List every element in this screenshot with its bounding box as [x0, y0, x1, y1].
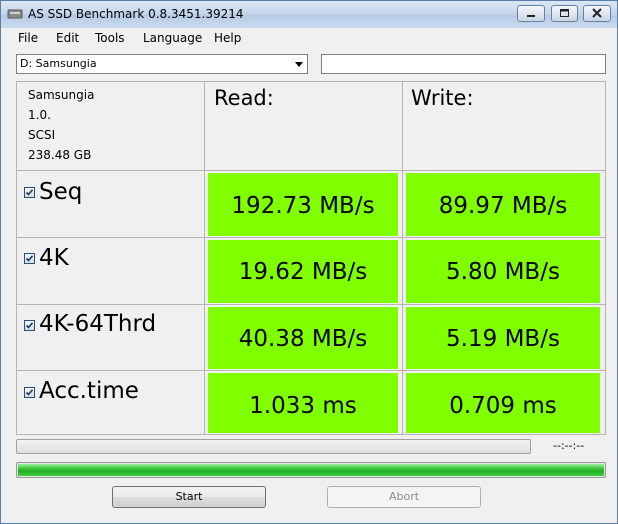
4k-checkbox[interactable]	[24, 253, 35, 264]
acc-time-read-value: 1.033 ms	[208, 373, 398, 433]
title-bar[interactable]: AS SSD Benchmark 0.8.3451.39214	[1, 1, 617, 28]
maximize-icon	[560, 9, 569, 17]
4k-label: 4K	[39, 245, 69, 271]
grid-divider	[17, 370, 605, 371]
acc-time-checkbox[interactable]	[24, 387, 35, 398]
overall-progress-bar	[16, 462, 606, 478]
grid-divider	[17, 304, 605, 305]
grid-divider	[17, 237, 605, 238]
close-button[interactable]	[583, 5, 611, 22]
grid-divider	[204, 82, 205, 434]
menu-edit[interactable]: Edit	[56, 31, 79, 45]
4k-64thrd-write-text: 5.19 MB/s	[446, 326, 560, 352]
acc-time-read-text: 1.033 ms	[249, 393, 357, 419]
4k-write-text: 5.80 MB/s	[446, 259, 560, 285]
disk-icon	[7, 9, 23, 19]
chevron-down-icon[interactable]	[293, 58, 305, 70]
acc-time-label: Acc.time	[39, 378, 139, 404]
menu-help[interactable]: Help	[214, 31, 241, 45]
4k-read-value: 19.62 MB/s	[208, 240, 398, 303]
window-title: AS SSD Benchmark 0.8.3451.39214	[28, 7, 244, 21]
4k-64thrd-read-text: 40.38 MB/s	[238, 326, 368, 352]
drive-select[interactable]: D: Samsungia	[16, 54, 308, 74]
seq-checkbox[interactable]	[24, 187, 35, 198]
app-window: AS SSD Benchmark 0.8.3451.39214 File Edi…	[0, 0, 618, 524]
device-name: Samsungia	[28, 88, 95, 102]
minimize-button[interactable]	[517, 5, 545, 22]
grid-divider	[402, 82, 403, 434]
checkmark-icon	[25, 322, 34, 329]
write-column-header: Write:	[411, 86, 474, 110]
results-grid: Samsungia 1.0. SCSI 238.48 GB Read: Writ…	[16, 81, 606, 435]
abort-button[interactable]: Abort	[327, 486, 481, 508]
menu-tools[interactable]: Tools	[95, 31, 125, 45]
seq-read-value: 192.73 MB/s	[208, 173, 398, 236]
path-input[interactable]	[321, 54, 606, 74]
start-button[interactable]: Start	[112, 486, 266, 508]
test-progress-bar	[16, 439, 531, 454]
seq-read-text: 192.73 MB/s	[231, 193, 375, 219]
device-firmware: 1.0.	[28, 108, 51, 122]
4k-64thrd-read-value: 40.38 MB/s	[208, 307, 398, 369]
maximize-button[interactable]	[551, 5, 578, 22]
acc-time-write-value: 0.709 ms	[406, 373, 600, 433]
seq-write-value: 89.97 MB/s	[406, 173, 600, 236]
device-interface: SCSI	[28, 128, 56, 142]
checkmark-icon	[25, 389, 34, 396]
grid-divider	[17, 170, 605, 171]
minimize-icon	[527, 15, 535, 17]
read-column-header: Read:	[214, 86, 274, 110]
seq-write-text: 89.97 MB/s	[438, 193, 568, 219]
4k-64thrd-write-value: 5.19 MB/s	[406, 307, 600, 369]
menu-file[interactable]: File	[18, 31, 38, 45]
device-capacity: 238.48 GB	[28, 148, 92, 162]
close-icon	[592, 8, 602, 18]
checkmark-icon	[25, 189, 34, 196]
elapsed-time: --:--:--	[553, 439, 585, 452]
4k-read-text: 19.62 MB/s	[238, 259, 368, 285]
checkmark-icon	[25, 255, 34, 262]
4k-64thrd-label: 4K-64Thrd	[39, 311, 157, 337]
drive-select-value: D: Samsungia	[20, 57, 97, 70]
overall-progress-fill	[18, 464, 604, 476]
4k-64thrd-checkbox[interactable]	[24, 320, 35, 331]
menu-language[interactable]: Language	[143, 31, 202, 45]
menu-bar: File Edit Tools Language Help	[1, 28, 617, 48]
4k-write-value: 5.80 MB/s	[406, 240, 600, 303]
acc-time-write-text: 0.709 ms	[449, 393, 557, 419]
seq-label: Seq	[39, 179, 83, 205]
